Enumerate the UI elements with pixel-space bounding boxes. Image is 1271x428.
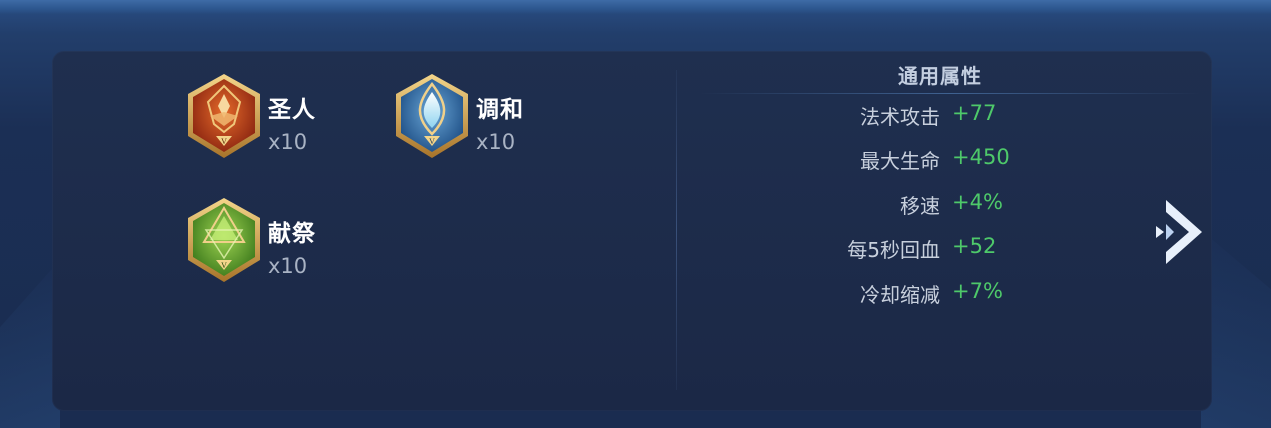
attributes-title-underline [700,93,1200,94]
attribute-value: +4% [952,190,1003,214]
attribute-value: +52 [952,234,997,258]
sacrifice-rune-icon: V [188,198,260,282]
rune-count: x10 [268,254,308,278]
rune-item-saint[interactable]: V 圣人 x10 [186,72,386,172]
attributes-title: 通用属性 [898,64,982,88]
rune-name: 调和 [476,97,524,123]
background-decoration-left [0,260,60,428]
rune-name: 圣人 [268,97,316,123]
attribute-row-move-speed: 移速 +4% [740,190,1060,220]
rune-count: x10 [476,130,516,154]
top-bar [0,0,1271,14]
svg-text:V: V [221,261,227,270]
next-page-button[interactable] [1152,196,1206,268]
attribute-row-hp-regen: 每5秒回血 +52 [740,234,1060,264]
attribute-label: 法术攻击 [860,105,940,129]
attribute-value: +77 [952,101,997,125]
rune-item-harmony[interactable]: V 调和 x10 [394,72,594,172]
harmony-rune-icon: V [396,74,468,158]
attribute-label: 冷却缩减 [860,283,940,307]
svg-text:V: V [429,137,435,146]
attribute-label: 最大生命 [860,149,940,173]
rune-name: 献祭 [268,221,316,247]
attribute-value: +450 [952,145,1010,169]
chevron-right-icon [1156,200,1202,264]
attribute-row-max-hp: 最大生命 +450 [740,145,1060,175]
attribute-label: 每5秒回血 [847,238,940,262]
rune-item-sacrifice[interactable]: V 献祭 x10 [186,196,386,296]
attribute-value: +7% [952,279,1003,303]
attribute-row-cooldown-reduction: 冷却缩减 +7% [740,279,1060,309]
panel-divider [676,70,677,390]
attribute-row-magic-attack: 法术攻击 +77 [740,101,1060,131]
svg-text:V: V [221,137,227,146]
rune-count: x10 [268,130,308,154]
saint-rune-icon: V [188,74,260,158]
attribute-label: 移速 [900,194,940,218]
